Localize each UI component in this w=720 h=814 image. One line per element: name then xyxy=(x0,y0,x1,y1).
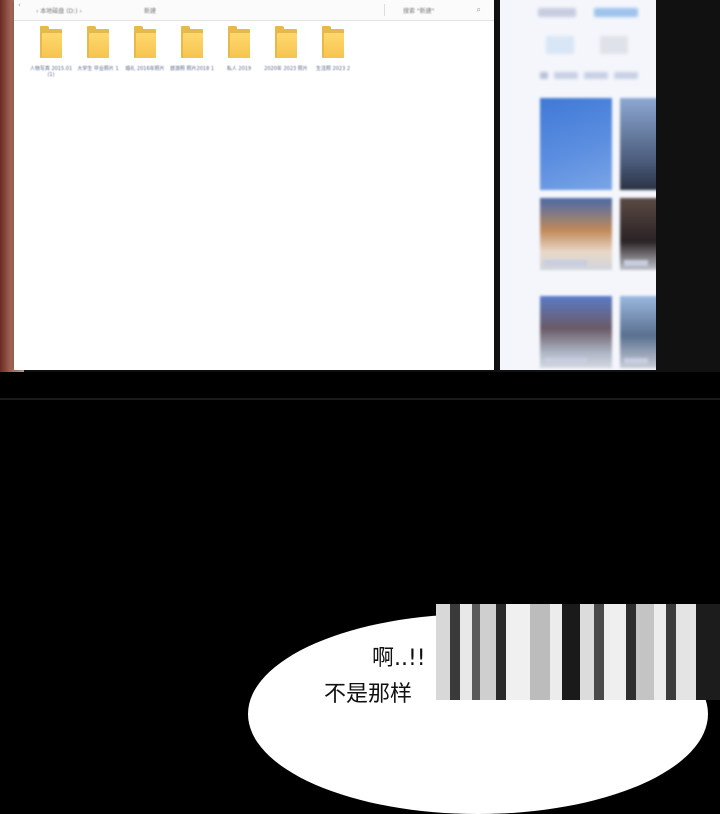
explorer-address-bar[interactable]: ‹ › 本地磁盘 (D:) › 新建 搜索 "新建" ⌕ xyxy=(14,0,494,21)
folder-icon xyxy=(87,26,109,58)
folder-icon xyxy=(181,26,203,58)
folder-item[interactable]: 大学生 毕业照片 1 xyxy=(77,26,119,84)
back-arrow-icon[interactable]: ‹ xyxy=(18,1,21,9)
search-icon[interactable]: ⌕ xyxy=(477,5,481,15)
gallery-filter-chip[interactable] xyxy=(546,36,574,54)
gallery-section-label xyxy=(614,72,638,79)
folder-icon xyxy=(322,26,344,58)
folder-icon xyxy=(134,26,156,58)
folder-item[interactable]: 生活照 2023 2 xyxy=(314,26,352,84)
folder-item[interactable]: 旅游照 照片2018 1 xyxy=(170,26,214,84)
folder-label: 生活照 2023 2 xyxy=(315,66,351,72)
folder-label: 人物写真 2015.01 (1) xyxy=(29,66,73,78)
search-placeholder: 搜索 "新建" xyxy=(403,8,435,15)
gallery-thumbnail[interactable] xyxy=(620,296,656,368)
folder-label: 私人 2019 xyxy=(226,66,252,72)
search-input[interactable]: 搜索 "新建" ⌕ xyxy=(384,4,485,16)
gallery-thumbnail[interactable] xyxy=(620,98,656,190)
file-explorer-window: ‹ › 本地磁盘 (D:) › 新建 搜索 "新建" ⌕ 人物写真 2015.0… xyxy=(14,0,494,370)
breadcrumb[interactable]: › 本地磁盘 (D:) › xyxy=(36,6,82,15)
gallery-section-label xyxy=(584,72,608,79)
speech-line-2: 不是那样 xyxy=(324,682,413,707)
current-folder-name: 新建 xyxy=(144,8,157,15)
panel-divider xyxy=(0,398,720,400)
folder-item[interactable]: 人物写真 2015.01 (1) xyxy=(30,26,72,84)
folder-item[interactable]: 婚礼 2016年照片 xyxy=(125,26,165,84)
folder-icon xyxy=(228,26,250,58)
gallery-tab-active[interactable] xyxy=(594,8,638,17)
folder-label: 旅游照 照片2018 1 xyxy=(169,66,215,72)
folder-label: 2020年 2023 照片 xyxy=(264,66,308,72)
folder-item[interactable]: 私人 2019 xyxy=(220,26,258,84)
gallery-tab[interactable] xyxy=(538,8,576,17)
gallery-filter-chip[interactable] xyxy=(600,36,628,54)
folder-icon xyxy=(275,26,297,58)
gallery-thumbnail[interactable] xyxy=(620,198,656,270)
mosaic-censor xyxy=(436,604,720,700)
folder-icon xyxy=(40,26,62,58)
speech-line-1: 啊..!! xyxy=(372,646,426,671)
gallery-thumbnail[interactable] xyxy=(540,98,612,190)
gallery-section-label xyxy=(554,72,578,79)
folder-grid: 人物写真 2015.01 (1) 大学生 毕业照片 1 婚礼 2016年照片 旅… xyxy=(30,26,362,86)
monitor-photo: ‹ › 本地磁盘 (D:) › 新建 搜索 "新建" ⌕ 人物写真 2015.0… xyxy=(0,0,720,372)
folder-item[interactable]: 2020年 2023 照片 xyxy=(264,26,308,84)
gallery-thumbnail[interactable] xyxy=(540,296,612,368)
photo-gallery-panel xyxy=(500,0,656,370)
gallery-thumbnail[interactable] xyxy=(540,198,612,270)
folder-label: 婚礼 2016年照片 xyxy=(125,66,165,72)
folder-label: 大学生 毕业照片 1 xyxy=(77,66,119,72)
gallery-section-label xyxy=(540,72,548,79)
